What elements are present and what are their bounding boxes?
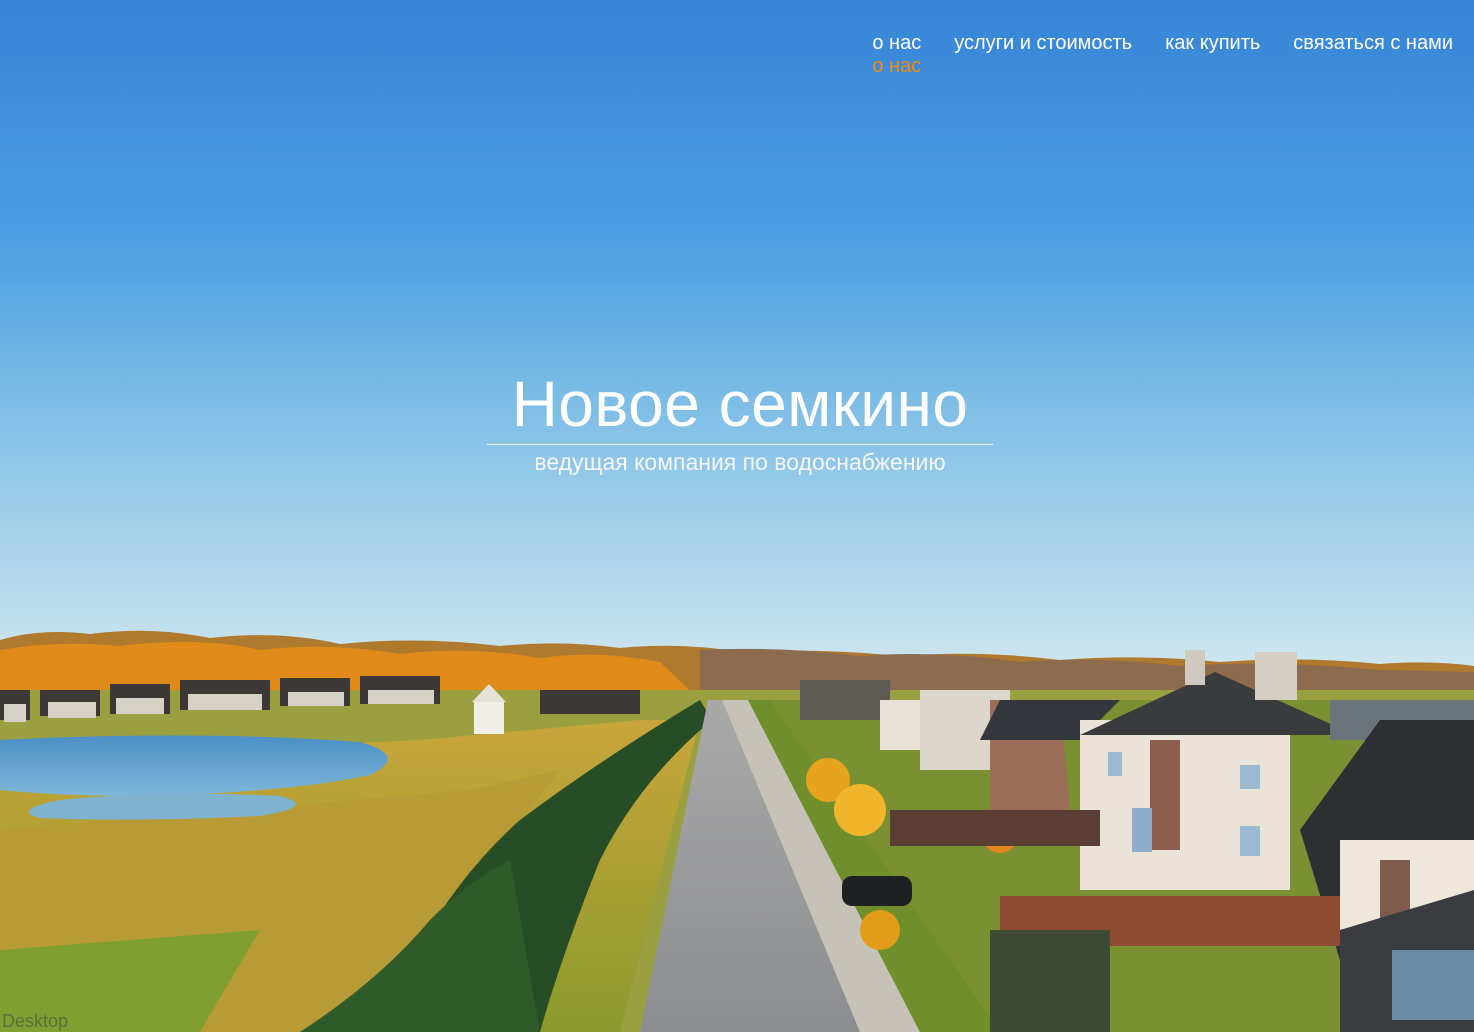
nav-link-about-label: о нас <box>872 32 922 54</box>
page-title: Новое семкино <box>487 366 993 445</box>
page-subtitle: ведущая компания по водоснабжению <box>534 449 946 475</box>
aerial-village-photo <box>0 0 1474 1032</box>
hero-headline: Новое семкино ведущая компания по водосн… <box>487 366 993 477</box>
nav-link-about-hover-label: о нас <box>872 55 922 77</box>
main-navigation: о нас о нас услуги и стоимость как купит… <box>872 30 1453 77</box>
hero-background <box>0 0 1474 1032</box>
nav-link-contact[interactable]: связаться с нами <box>1293 30 1453 56</box>
nav-link-about[interactable]: о нас о нас <box>872 30 922 77</box>
nav-link-services[interactable]: услуги и стоимость <box>954 30 1132 56</box>
frame-label: Desktop <box>2 1011 69 1031</box>
nav-link-how-to-buy[interactable]: как купить <box>1165 30 1260 56</box>
